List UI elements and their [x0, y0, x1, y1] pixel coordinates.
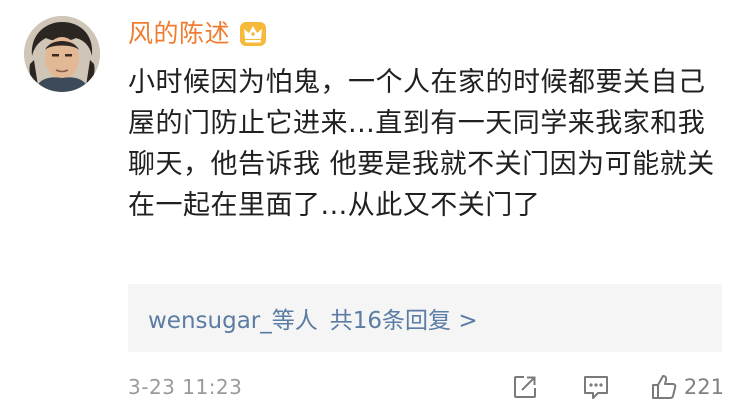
view-replies-link[interactable]: 共16条回复 >	[330, 308, 478, 334]
comment-header: 风的陈述	[128, 14, 268, 54]
like-count: 221	[683, 375, 724, 399]
avatar[interactable]	[24, 16, 100, 92]
like-button[interactable]: 221	[650, 373, 724, 401]
thumbs-up-icon	[651, 375, 677, 399]
replies-summary[interactable]: wensugar_等人 共16条回复 >	[148, 301, 478, 335]
timestamp: 3-23 11:23	[128, 375, 243, 399]
crown-badge-icon[interactable]	[238, 20, 268, 48]
avatar-portrait-icon	[24, 16, 100, 92]
comment-actions: 221	[512, 373, 724, 401]
comment-text: 小时候因为怕鬼，一个人在家的时候都要关自己屋的门防止它进来...直到有一天同学来…	[128, 67, 715, 221]
reply-button[interactable]	[582, 374, 610, 400]
comment-icon	[583, 376, 608, 399]
share-icon	[513, 376, 536, 398]
share-button[interactable]	[512, 374, 538, 400]
comment-footer: 3-23 11:23 221	[128, 372, 724, 402]
replies-preview[interactable]: wensugar_等人 共16条回复 >	[128, 284, 722, 352]
replies-users[interactable]: wensugar_等人	[148, 308, 318, 334]
username[interactable]: 风的陈述	[128, 14, 230, 54]
